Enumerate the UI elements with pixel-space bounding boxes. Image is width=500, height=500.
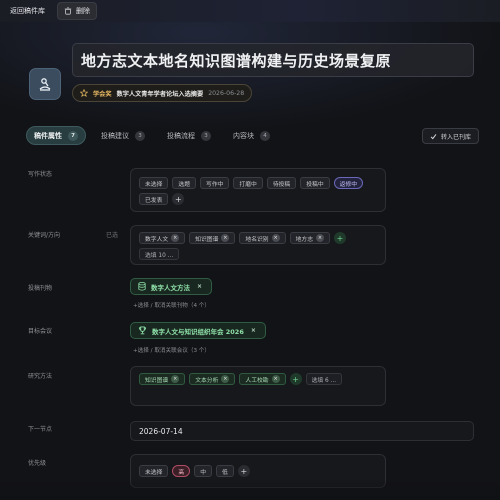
methods-panel: 知识图谱 × 文本分析 × 人工校勘 × + 选填 6 ... bbox=[130, 366, 386, 406]
delete-label: 删除 bbox=[76, 7, 90, 15]
keyword-chip[interactable]: 地名识别 × bbox=[239, 232, 286, 244]
conference-name: 数字人文与知识组织年会 2026 bbox=[152, 327, 244, 336]
back-to-library-button[interactable]: 返回稿件库 bbox=[4, 3, 51, 19]
priority-option[interactable]: 低 bbox=[216, 465, 234, 477]
bottom-fade bbox=[0, 478, 500, 500]
status-option-selected[interactable]: 返修中 bbox=[333, 177, 364, 189]
keyword-chip[interactable]: 数字人文 × bbox=[139, 232, 186, 244]
database-icon bbox=[138, 282, 146, 291]
status-label: 写作状态 bbox=[28, 171, 53, 178]
manuscript-title[interactable]: 地方志文本地名知识图谱构建与历史场景复原 bbox=[72, 43, 474, 77]
remove-keyword-icon[interactable]: × bbox=[221, 234, 230, 242]
next-node-label: 下一节点 bbox=[28, 426, 53, 433]
methods-label: 研究方法 bbox=[28, 373, 53, 380]
remove-keyword-icon[interactable]: × bbox=[171, 234, 180, 242]
status-option[interactable]: 未选择 bbox=[139, 177, 169, 189]
keyword-chip[interactable]: 地方志 × bbox=[289, 232, 331, 244]
status-option[interactable]: 打磨中 bbox=[233, 177, 263, 189]
star-icon bbox=[80, 89, 88, 97]
tab-count: 4 bbox=[260, 130, 270, 141]
remove-journal-icon[interactable]: × bbox=[195, 282, 204, 291]
tab-label: 内容块 bbox=[233, 131, 254, 140]
tab-suggestions[interactable]: 投稿建议 3 bbox=[94, 126, 152, 145]
remove-method-icon[interactable]: × bbox=[171, 375, 180, 383]
method-more-input[interactable]: 选填 6 ... bbox=[305, 373, 343, 385]
add-status-button[interactable]: + bbox=[172, 193, 185, 205]
manuscript-title-text: 地方志文本地名知识图谱构建与历史场景复原 bbox=[81, 51, 392, 70]
keywords-panel: 数字人文 × 知识图谱 × 地名识别 × 地方志 × + 选填 10 ... bbox=[130, 225, 386, 265]
tab-label: 稿件属性 bbox=[34, 131, 62, 140]
tab-process[interactable]: 投稿流程 3 bbox=[160, 126, 218, 145]
keyword-text: 知识图谱 bbox=[195, 236, 219, 243]
add-keyword-button[interactable]: + bbox=[334, 232, 347, 244]
next-node-date-input[interactable]: 2026-07-14 bbox=[130, 421, 474, 441]
move-to-published-button[interactable]: 转入已刊库 bbox=[422, 128, 480, 144]
remove-keyword-icon[interactable]: × bbox=[271, 234, 280, 242]
journal-name: 数字人文方法 bbox=[151, 283, 190, 292]
status-option[interactable]: 写作中 bbox=[200, 177, 230, 189]
tab-count: 7 bbox=[68, 130, 78, 141]
status-options: 未选择 选题 写作中 打磨中 待投稿 投稿中 返修中 已发表 + bbox=[130, 168, 386, 212]
keyword-text: 地方志 bbox=[295, 236, 314, 243]
add-method-button[interactable]: + bbox=[289, 373, 302, 385]
next-node-date-value: 2026-07-14 bbox=[139, 426, 183, 436]
tab-count: 3 bbox=[201, 130, 211, 141]
trophy-icon bbox=[138, 326, 147, 335]
tab-label: 投稿流程 bbox=[167, 131, 195, 140]
remove-keyword-icon[interactable]: × bbox=[316, 234, 325, 242]
tab-properties[interactable]: 稿件属性 7 bbox=[26, 126, 86, 145]
method-text: 人工校勘 bbox=[245, 377, 269, 384]
award-type: 学会奖 bbox=[93, 90, 112, 98]
conference-label: 目标会议 bbox=[28, 328, 53, 335]
trash-icon bbox=[64, 7, 72, 15]
keyword-text: 地名识别 bbox=[245, 236, 269, 243]
tab-content-blocks[interactable]: 内容块 4 bbox=[226, 126, 277, 145]
award-date: 2026-06-28 bbox=[208, 89, 245, 97]
priority-option-selected[interactable]: 高 bbox=[172, 465, 191, 477]
keywords-aux-label: 已选 bbox=[106, 232, 119, 239]
microscope-icon bbox=[29, 68, 61, 100]
add-priority-button[interactable]: + bbox=[237, 465, 250, 477]
priority-option[interactable]: 未选择 bbox=[139, 465, 169, 477]
remove-method-icon[interactable]: × bbox=[221, 375, 230, 383]
tab-bar: 稿件属性 7 投稿建议 3 投稿流程 3 内容块 4 bbox=[26, 126, 277, 145]
remove-method-icon[interactable]: × bbox=[271, 375, 280, 383]
keyword-chip[interactable]: 知识图谱 × bbox=[189, 232, 236, 244]
header-glow bbox=[0, 22, 500, 132]
method-text: 文本分析 bbox=[195, 377, 219, 384]
tab-label: 投稿建议 bbox=[101, 131, 129, 140]
check-icon bbox=[430, 133, 437, 139]
keywords-label: 关键词/方向 bbox=[28, 232, 61, 239]
journal-label: 投稿刊物 bbox=[28, 285, 53, 292]
award-badge: 学会奖 数字人文青年学者论坛入选摘要 2026-06-28 bbox=[72, 84, 253, 102]
delete-button[interactable]: 删除 bbox=[57, 2, 97, 20]
status-option[interactable]: 待投稿 bbox=[266, 177, 297, 189]
status-option[interactable]: 选题 bbox=[172, 177, 197, 189]
priority-option[interactable]: 中 bbox=[194, 465, 213, 477]
tab-count: 3 bbox=[135, 130, 145, 141]
keyword-text: 数字人文 bbox=[145, 236, 169, 243]
method-text: 知识图谱 bbox=[145, 377, 169, 384]
move-label: 转入已刊库 bbox=[441, 133, 472, 141]
award-name: 数字人文青年学者论坛入选摘要 bbox=[116, 90, 204, 98]
status-option[interactable]: 投稿中 bbox=[300, 177, 330, 189]
journal-hint-link[interactable]: +选择 / 取消关联刊物（4 个） bbox=[133, 301, 210, 309]
conference-hint-link[interactable]: +选择 / 取消关联会议（3 个） bbox=[133, 346, 210, 354]
method-chip[interactable]: 知识图谱 × bbox=[139, 373, 186, 385]
journal-link-pill[interactable]: 数字人文方法 × bbox=[130, 278, 212, 295]
conference-link-pill[interactable]: 数字人文与知识组织年会 2026 × bbox=[130, 322, 266, 339]
top-bar: 返回稿件库 删除 bbox=[0, 0, 500, 22]
method-chip[interactable]: 文本分析 × bbox=[189, 373, 236, 385]
status-option[interactable]: 已发表 bbox=[139, 193, 169, 205]
keyword-more-input[interactable]: 选填 10 ... bbox=[139, 248, 180, 260]
method-chip[interactable]: 人工校勘 × bbox=[239, 373, 286, 385]
remove-conference-icon[interactable]: × bbox=[249, 326, 258, 335]
back-label: 返回稿件库 bbox=[10, 7, 45, 15]
priority-label: 优先级 bbox=[28, 460, 47, 467]
